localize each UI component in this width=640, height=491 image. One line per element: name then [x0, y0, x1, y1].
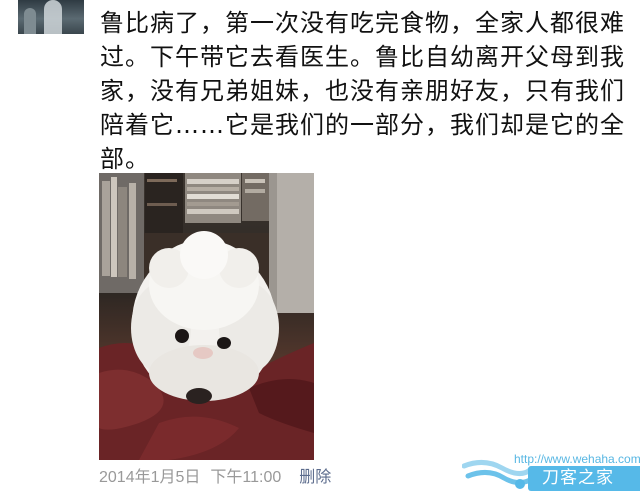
post-time: 下午11:00	[210, 469, 282, 486]
avatar-figure	[44, 0, 62, 34]
avatar[interactable]	[18, 0, 84, 34]
poodle-photo-illustration	[99, 173, 314, 460]
post-meta: 2014年1月5日 下午11:00 删除	[99, 467, 331, 489]
watermark: http://www.wehaha.com 刀客之家	[462, 452, 640, 491]
post-date: 2014年1月5日	[99, 469, 201, 486]
post-text: 鲁比病了，第一次没有吃完食物，全家人都很难过。下午带它去看医生。鲁比自幼离开父母…	[100, 9, 625, 173]
watermark-site-name: 刀客之家	[542, 468, 614, 488]
avatar-figure-back	[24, 8, 36, 34]
white-poodle-photo[interactable]	[99, 173, 314, 460]
delete-link[interactable]: 删除	[299, 469, 331, 486]
watermark-url: http://www.wehaha.com	[514, 452, 640, 466]
